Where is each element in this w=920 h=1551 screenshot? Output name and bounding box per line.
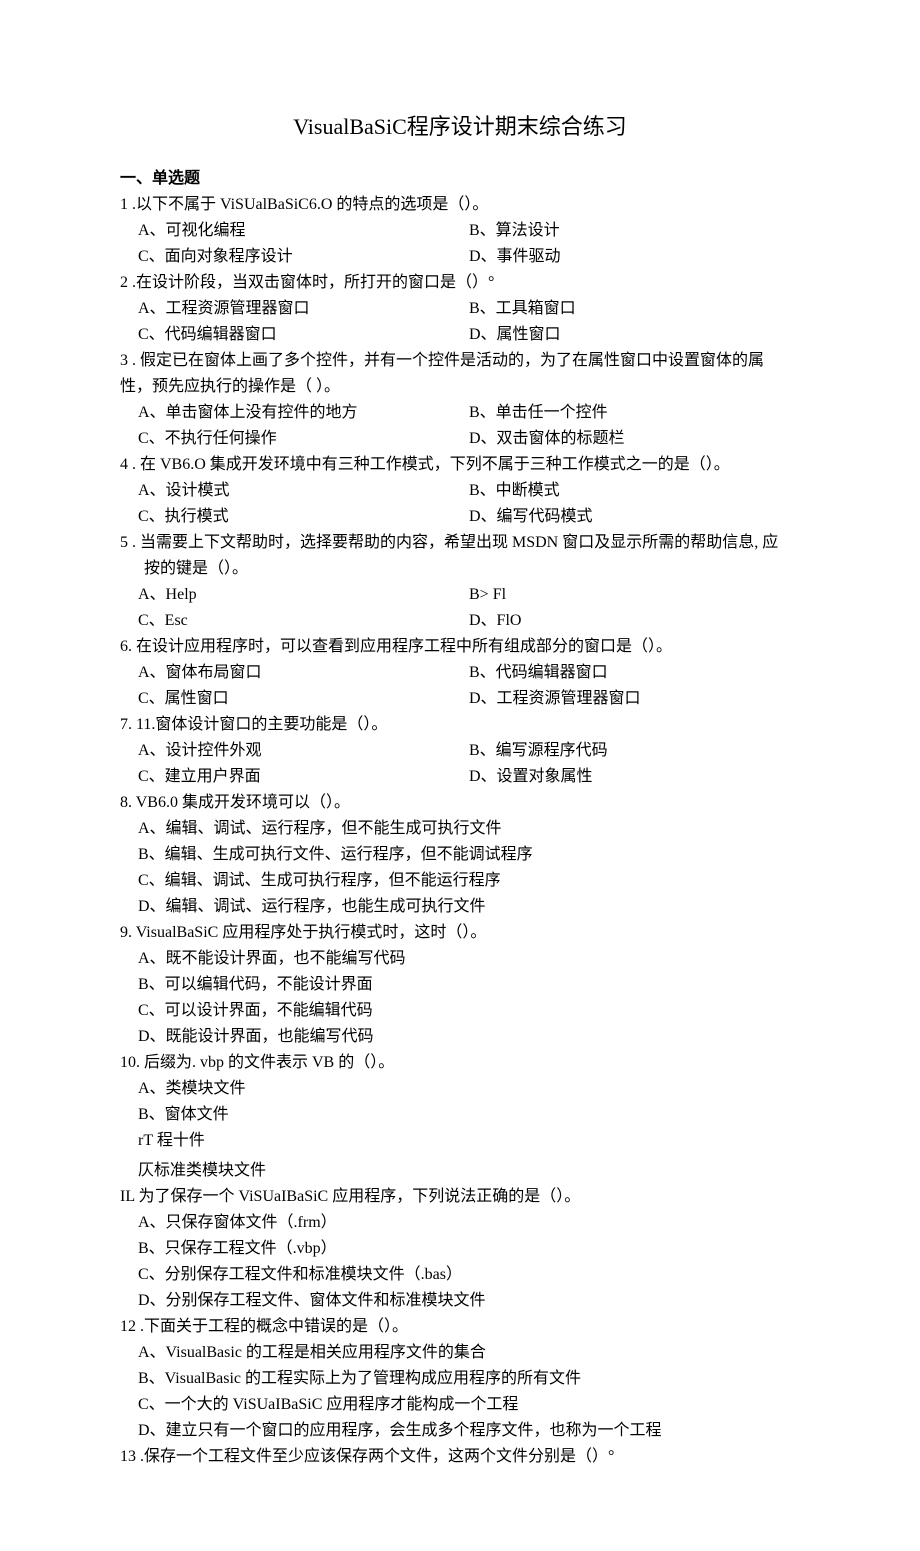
question-6: 6. 在设计应用程序时，可以查看到应用程序工程中所有组成部分的窗口是（）。 A、… [120,635,800,711]
question-9: 9. VisualBaSiC 应用程序处于执行模式时，这时（）。 A、既不能设计… [120,921,800,1049]
question-12: 12 .下面关于工程的概念中错误的是（）。 A、VisualBasic 的工程是… [120,1315,800,1443]
q7-a: A、设计控件外观 [138,739,469,763]
question-1: 1 .以下不属于 ViSUalBaSiC6.O 的特点的选项是（）。 A、可视化… [120,193,800,269]
q7-c: C、建立用户界面 [138,765,469,789]
q8-stem: 8. VB6.0 集成开发环境可以（）。 [120,791,800,815]
question-8: 8. VB6.0 集成开发环境可以（）。 A、编辑、调试、运行程序，但不能生成可… [120,791,800,919]
q11-stem: IL 为了保存一个 ViSUaIBaSiC 应用程序，下列说法正确的是（）。 [120,1185,800,1209]
q7-d: D、设置对象属性 [469,765,800,789]
q6-b: B、代码编辑器窗口 [469,661,800,685]
q4-a: A、设计模式 [138,479,469,503]
question-13: 13 .保存一个工程文件至少应该保存两个文件，这两个文件分别是（）° [120,1445,800,1469]
q12-d: D、建立只有一个窗口的应用程序，会生成多个程序文件，也称为一个工程 [138,1419,800,1443]
q6-c: C、属性窗口 [138,687,469,711]
q2-stem: 2 .在设计阶段，当双击窗体时，所打开的窗口是（）° [120,271,800,295]
q4-c: C、执行模式 [138,505,469,529]
title-cn: 程序设计期末综合练习 [407,114,627,139]
q12-a: A、VisualBasic 的工程是相关应用程序文件的集合 [138,1341,800,1365]
q8-a: A、编辑、调试、运行程序，但不能生成可执行文件 [138,817,800,841]
q12-stem: 12 .下面关于工程的概念中错误的是（）。 [120,1315,800,1339]
q9-b: B、可以编辑代码，不能设计界面 [138,973,800,997]
q2-c: C、代码编辑器窗口 [138,323,469,347]
q2-b: B、工具箱窗口 [469,297,800,321]
q5-stem-1: 5 . 当需要上下文帮助时，选择要帮助的内容，希望出现 MSDN 窗口及显示所需… [120,531,800,555]
q10-d: 仄标准类模块文件 [138,1159,800,1183]
title-latin: VisualBaSiC [293,114,407,139]
q6-stem: 6. 在设计应用程序时，可以查看到应用程序工程中所有组成部分的窗口是（）。 [120,635,800,659]
q8-d: D、编辑、调试、运行程序，也能生成可执行文件 [138,895,800,919]
q9-d: D、既能设计界面，也能编写代码 [138,1025,800,1049]
q4-stem: 4 . 在 VB6.O 集成开发环境中有三种工作模式，下列不属于三种工作模式之一… [120,453,800,477]
q6-d: D、工程资源管理器窗口 [469,687,800,711]
q3-a: A、单击窗体上没有控件的地方 [138,401,469,425]
q4-b: B、中断模式 [469,479,800,503]
question-7: 7. 11.窗体设计窗口的主要功能是（）。 A、设计控件外观 B、编写源程序代码… [120,713,800,789]
q5-c: C、Esc [138,609,469,633]
page-title: VisualBaSiC程序设计期末综合练习 [120,110,800,143]
q12-b: B、VisualBasic 的工程实际上为了管理构成应用程序的所有文件 [138,1367,800,1391]
q4-d: D、编写代码模式 [469,505,800,529]
q1-a: A、可视化编程 [138,219,469,243]
q7-b: B、编写源程序代码 [469,739,800,763]
q3-d: D、双击窗体的标题栏 [469,427,800,451]
q10-c: rT 程十件 [138,1129,800,1153]
q11-b: B、只保存工程文件（.vbp） [138,1237,800,1261]
q10-a: A、类模块文件 [138,1077,800,1101]
q3-c: C、不执行任何操作 [138,427,469,451]
q10-stem: 10. 后缀为. vbp 的文件表示 VB 的（）。 [120,1051,800,1075]
q10-b: B、窗体文件 [138,1103,800,1127]
q1-stem: 1 .以下不属于 ViSUalBaSiC6.O 的特点的选项是（）。 [120,193,800,217]
q5-a: A、Help [138,583,469,607]
question-4: 4 . 在 VB6.O 集成开发环境中有三种工作模式，下列不属于三种工作模式之一… [120,453,800,529]
question-11: IL 为了保存一个 ViSUaIBaSiC 应用程序，下列说法正确的是（）。 A… [120,1185,800,1313]
q9-stem: 9. VisualBaSiC 应用程序处于执行模式时，这时（）。 [120,921,800,945]
q3-stem-2: 性，预先应执行的操作是（ ）。 [120,375,800,399]
q2-d: D、属性窗口 [469,323,800,347]
section-heading: 一、单选题 [120,167,800,191]
q9-a: A、既不能设计界面，也不能编写代码 [138,947,800,971]
q8-b: B、编辑、生成可执行文件、运行程序，但不能调试程序 [138,843,800,867]
q11-d: D、分别保存工程文件、窗体文件和标准模块文件 [138,1289,800,1313]
q13-stem: 13 .保存一个工程文件至少应该保存两个文件，这两个文件分别是（）° [120,1445,800,1469]
q5-b: B> Fl [469,583,800,607]
q12-c: C、一个大的 ViSUaIBaSiC 应用程序才能构成一个工程 [138,1393,800,1417]
q11-a: A、只保存窗体文件（.frm） [138,1211,800,1235]
q1-c: C、面向对象程序设计 [138,245,469,269]
q2-a: A、工程资源管理器窗口 [138,297,469,321]
q6-a: A、窗体布局窗口 [138,661,469,685]
question-10: 10. 后缀为. vbp 的文件表示 VB 的（）。 A、类模块文件 B、窗体文… [120,1051,800,1183]
q1-b: B、算法设计 [469,219,800,243]
q1-d: D、事件驱动 [469,245,800,269]
q3-b: B、单击任一个控件 [469,401,800,425]
q5-d: D、FlO [469,609,800,633]
question-5: 5 . 当需要上下文帮助时，选择要帮助的内容，希望出现 MSDN 窗口及显示所需… [120,531,800,633]
q11-c: C、分别保存工程文件和标准模块文件（.bas） [138,1263,800,1287]
question-3: 3 . 假定已在窗体上画了多个控件，并有一个控件是活动的，为了在属性窗口中设置窗… [120,349,800,451]
question-2: 2 .在设计阶段，当双击窗体时，所打开的窗口是（）° A、工程资源管理器窗口 B… [120,271,800,347]
q8-c: C、编辑、调试、生成可执行程序，但不能运行程序 [138,869,800,893]
q7-stem: 7. 11.窗体设计窗口的主要功能是（）。 [120,713,800,737]
q3-stem-1: 3 . 假定已在窗体上画了多个控件，并有一个控件是活动的，为了在属性窗口中设置窗… [120,349,800,373]
q9-c: C、可以设计界面，不能编辑代码 [138,999,800,1023]
q5-stem-2: 按的键是（）。 [144,557,800,581]
